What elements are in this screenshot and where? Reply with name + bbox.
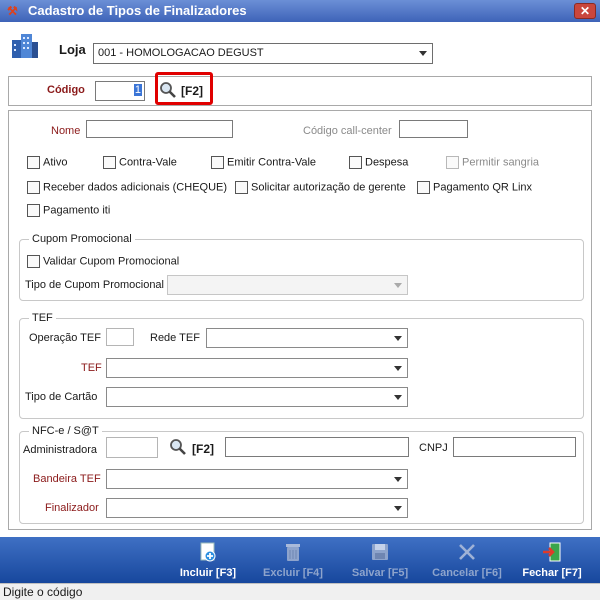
store-select-value: 001 - HOMOLOGACAO DEGUST [98,47,264,59]
store-select[interactable]: 001 - HOMOLOGACAO DEGUST [93,43,433,64]
pagamento-iti-checkbox[interactable]: Pagamento iti [27,204,110,218]
solicitar-autorizacao-checkbox[interactable]: Solicitar autorização de gerente [235,181,406,195]
code-input[interactable]: 1 [95,81,145,101]
chevron-down-icon [394,283,402,288]
code-label: Código [47,84,85,96]
tef-label: TEF [81,362,102,374]
administradora-name-input[interactable] [225,437,409,457]
chevron-down-icon [394,336,402,341]
cupom-group-title: Cupom Promocional [29,233,135,245]
rede-tef-select[interactable] [206,328,408,348]
chevron-down-icon [394,477,402,482]
administradora-label: Administradora [23,444,97,456]
incluir-button[interactable]: Incluir [F3] [170,537,246,583]
store-label: Loja [59,42,86,57]
pagamento-qr-checkbox[interactable]: Pagamento QR Linx [417,181,532,195]
chevron-down-icon [419,51,427,56]
code-search-shortcut: [F2] [181,84,203,98]
exit-door-icon [543,542,561,562]
tipo-cupom-label: Tipo de Cupom Promocional [25,279,164,291]
nfce-group-title: NFC-e / S@T [29,425,102,437]
emitir-contra-vale-checkbox[interactable]: Emitir Contra-Vale [211,156,316,170]
excluir-label: Excluir [F4] [263,567,323,579]
finalizador-select[interactable] [106,498,408,518]
administradora-input[interactable] [106,437,158,458]
contra-vale-checkbox[interactable]: Contra-Vale [103,156,177,170]
chevron-down-icon [394,395,402,400]
bandeira-tef-select[interactable] [106,469,408,489]
window-title: Cadastro de Tipos de Finalizadores [28,3,247,18]
code-input-value: 1 [133,84,142,96]
chevron-down-icon [394,366,402,371]
name-label: Nome [51,125,81,137]
store-icon [10,30,40,60]
cnpj-input[interactable] [453,437,576,457]
rede-tef-label: Rede TEF [150,332,200,344]
tipo-cartao-select[interactable] [106,387,408,407]
callcenter-input[interactable] [399,120,468,138]
add-document-icon [200,542,216,562]
salvar-label: Salvar [F5] [351,567,409,579]
cancelar-button[interactable]: Cancelar [F6] [426,537,508,583]
permitir-sangria-checkbox[interactable]: Permitir sangria [446,156,539,170]
cancel-x-icon [459,544,475,560]
window-body: Loja 001 - HOMOLOGACAO DEGUST Código 1 [… [0,22,600,562]
status-bar: Digite o código [0,583,600,600]
close-window-button[interactable]: ✕ [574,3,596,19]
code-panel: Código 1 [F2] [8,72,592,106]
excluir-button[interactable]: Excluir [F4] [255,537,331,583]
administradora-shortcut: [F2] [192,442,214,456]
trash-icon [286,544,300,561]
callcenter-label: Código call-center [303,125,392,137]
chevron-down-icon [394,506,402,511]
cnpj-label: CNPJ [419,442,448,454]
operacao-tef-input[interactable] [106,328,134,346]
status-text: Digite o código [3,585,83,599]
tipo-cartao-label: Tipo de Cartão [25,391,98,403]
incluir-label: Incluir [F3] [179,567,237,579]
search-icon[interactable] [159,81,177,99]
save-icon [372,544,388,560]
title-bar: ⚒ Cadastro de Tipos de Finalizadores ✕ [0,0,600,22]
tipo-cupom-select[interactable] [167,275,408,295]
bandeira-tef-label: Bandeira TEF [33,473,101,485]
cancelar-label: Cancelar [F6] [432,567,502,579]
operacao-tef-label: Operação TEF [29,332,101,344]
action-toolbar: Incluir [F3] Excluir [F4] Salvar [F5] Ca… [0,537,600,583]
validar-cupom-checkbox[interactable]: Validar Cupom Promocional [27,255,179,269]
fechar-label: Fechar [F7] [522,567,582,579]
receber-dados-checkbox[interactable]: Receber dados adicionais (CHEQUE) [27,181,227,195]
ativo-checkbox[interactable]: Ativo [27,156,67,170]
administradora-search-icon[interactable] [169,438,187,456]
despesa-checkbox[interactable]: Despesa [349,156,408,170]
tef-select[interactable] [106,358,408,378]
details-panel: Nome Código call-center Ativo Contra-Val… [8,110,592,530]
finalizador-label: Finalizador [45,502,99,514]
tef-group-title: TEF [29,312,56,324]
fechar-button[interactable]: Fechar [F7] [514,537,590,583]
app-icon: ⚒ [7,4,18,18]
name-input[interactable] [86,120,233,138]
salvar-button[interactable]: Salvar [F5] [342,537,418,583]
